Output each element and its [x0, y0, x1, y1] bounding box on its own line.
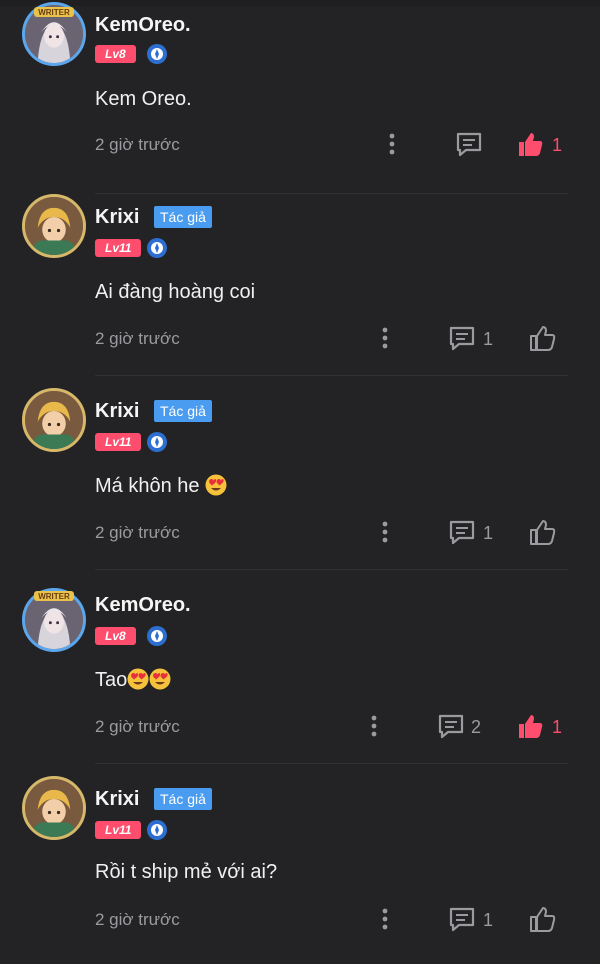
timestamp: 2 giờ trước — [95, 717, 180, 736]
like-icon[interactable] — [528, 324, 556, 352]
reply-icon[interactable] — [455, 131, 483, 157]
more-icon[interactable] — [370, 714, 378, 738]
level-badge: Lv11 — [95, 433, 142, 451]
more-icon[interactable] — [381, 326, 389, 350]
reply-icon[interactable] — [448, 325, 476, 351]
medal-icon — [147, 432, 167, 452]
comment-text: Tao — [95, 668, 171, 692]
reply-count: 1 — [483, 910, 494, 930]
comment-text-body: Tao — [95, 669, 128, 691]
username[interactable]: Krixi — [95, 400, 139, 423]
comment-item: Krixi Tác giả Lv11 Ai đàng hoàng coi 2 g… — [0, 182, 600, 376]
more-icon[interactable] — [381, 907, 389, 931]
avatar-image — [25, 197, 83, 255]
medal-icon — [147, 44, 167, 64]
reply-count: 2 — [471, 717, 482, 737]
medal-icon — [147, 820, 167, 840]
comment-item: WRITER KemOreo. Lv8 Kem Oreo. 2 giờ trướ… — [0, 0, 600, 194]
avatar-image — [25, 779, 83, 837]
level-badge: Lv11 — [95, 239, 142, 257]
author-badge: Tác giả — [154, 206, 212, 228]
comment-item: WRITER KemOreo. Lv8 Tao 2 giờ trước 2 1 — [0, 570, 600, 764]
like-count: 1 — [552, 717, 563, 737]
comment-text: Kem Oreo. — [95, 88, 192, 110]
like-icon[interactable] — [528, 905, 556, 933]
heart-eyes-emoji-icon — [149, 668, 171, 690]
reply-icon[interactable] — [448, 906, 476, 932]
heart-eyes-emoji-icon — [205, 474, 227, 496]
svg-text:WRITER: WRITER — [38, 592, 70, 601]
author-badge: Tác giả — [154, 400, 212, 422]
comment-text-body: Má khôn he — [95, 475, 200, 497]
comment-text: Má khôn he — [95, 474, 227, 498]
comment-text: Rồi t ship mẻ với ai? — [95, 861, 278, 883]
heart-eyes-emoji-icon — [127, 668, 149, 690]
username[interactable]: KemOreo. — [95, 594, 191, 617]
like-icon[interactable] — [516, 130, 544, 158]
medal-icon — [147, 238, 167, 258]
level-badge: Lv8 — [95, 627, 136, 645]
more-icon[interactable] — [388, 132, 396, 156]
reply-count: 1 — [483, 523, 494, 543]
level-badge: Lv11 — [95, 821, 142, 839]
avatar[interactable] — [22, 388, 86, 452]
like-icon[interactable] — [528, 518, 556, 546]
timestamp: 2 giờ trước — [95, 135, 180, 154]
author-badge: Tác giả — [154, 788, 212, 810]
username[interactable]: Krixi — [95, 788, 139, 811]
timestamp: 2 giờ trước — [95, 329, 180, 348]
medal-icon — [147, 626, 167, 646]
reply-count: 1 — [483, 329, 494, 349]
timestamp: 2 giờ trước — [95, 910, 180, 929]
comment-item: Krixi Tác giả Lv11 Má khôn he 2 giờ trướ… — [0, 376, 600, 570]
comment-text: Ai đàng hoàng coi — [95, 281, 256, 303]
like-icon[interactable] — [516, 712, 544, 740]
writer-frame-badge: WRITER — [34, 591, 74, 601]
svg-text:WRITER: WRITER — [38, 8, 70, 17]
reply-icon[interactable] — [448, 519, 476, 545]
username[interactable]: KemOreo. — [95, 14, 191, 37]
level-badge: Lv8 — [95, 45, 136, 63]
reply-icon[interactable] — [437, 713, 465, 739]
more-icon[interactable] — [381, 520, 389, 544]
like-count: 1 — [552, 135, 563, 155]
writer-frame-badge: WRITER — [34, 7, 74, 17]
avatar-image — [25, 391, 83, 449]
comment-item: Krixi Tác giả Lv11 Rồi t ship mẻ với ai?… — [0, 764, 600, 958]
timestamp: 2 giờ trước — [95, 523, 180, 542]
avatar[interactable] — [22, 194, 86, 258]
avatar[interactable] — [22, 776, 86, 840]
username[interactable]: Krixi — [95, 206, 139, 229]
